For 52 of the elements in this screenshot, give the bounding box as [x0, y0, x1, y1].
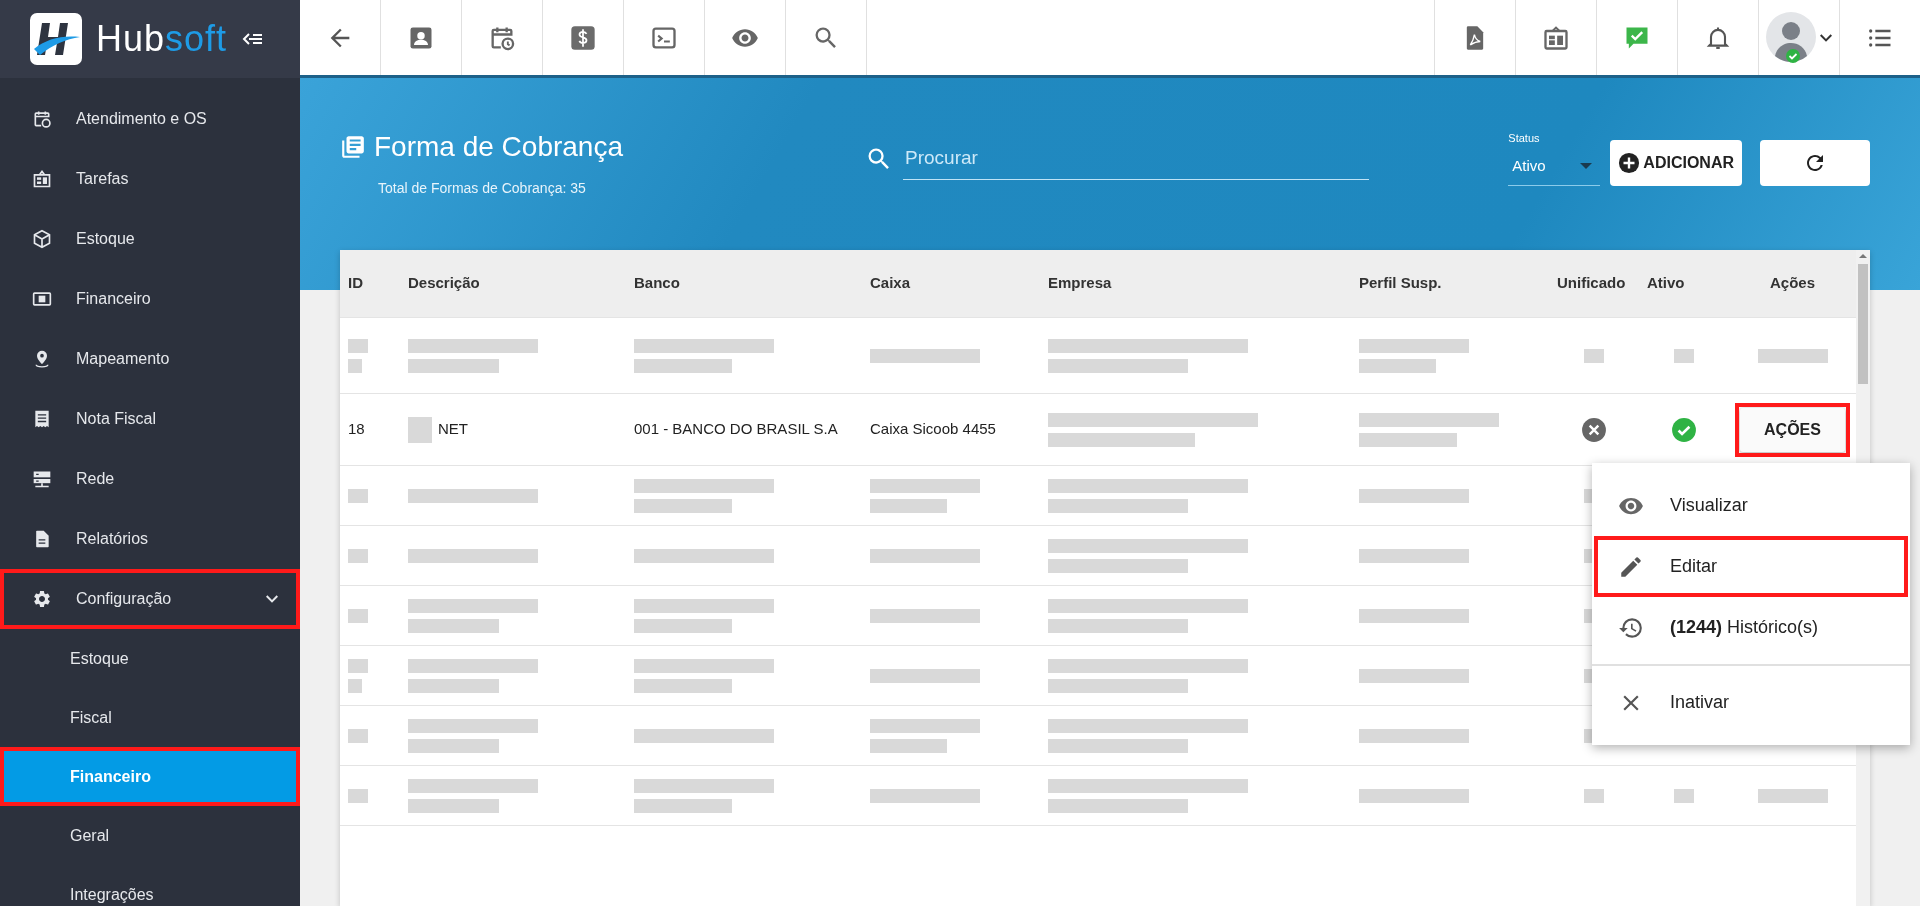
sidebar-item[interactable]: Atendimento e OS [0, 89, 300, 149]
column-header: ID [347, 273, 364, 294]
plus-icon [1618, 152, 1641, 174]
actions-button[interactable]: AÇÕES [1740, 407, 1845, 452]
blurred-content [1584, 348, 1604, 363]
sidebar-item[interactable]: Configuração [0, 569, 300, 629]
column-header: Ações [1769, 273, 1816, 294]
blurred-content [1674, 348, 1694, 363]
avatar-icon [1766, 11, 1818, 64]
sidebar-subitem[interactable]: Geral [0, 806, 300, 865]
caret-icon [1820, 33, 1832, 42]
search-field[interactable]: Procurar [903, 138, 1369, 180]
scrollbar-thumb[interactable] [1858, 264, 1868, 384]
sidebar-subitem[interactable]: Estoque [0, 629, 300, 688]
record-count: Total de Formas de Cobrança: 35 [377, 178, 587, 198]
column-header: Empresa [1047, 273, 1113, 294]
blurred-content [1674, 788, 1694, 803]
status-select[interactable]: Ativo [1508, 146, 1601, 186]
dropdown-icon [1580, 162, 1593, 169]
table-cell-text: NET [438, 419, 468, 440]
sidebar-subitem[interactable]: Fiscal [0, 688, 300, 747]
sidebar-item[interactable]: Tarefas [0, 149, 300, 209]
sidebar-item[interactable]: Estoque [0, 209, 300, 269]
add-button[interactable]: ADICIONAR [1610, 140, 1742, 186]
blurred-content [1757, 788, 1828, 803]
page-list-icon [340, 133, 366, 160]
sidebar-item[interactable]: Nota Fiscal [0, 389, 300, 449]
dollar-icon [569, 23, 597, 52]
column-header: Unificado [1556, 273, 1627, 294]
sidebar-item[interactable]: Financeiro [0, 269, 300, 329]
table-cell-text: Caixa Sicoob 4455 [869, 419, 997, 440]
sidebar-item[interactable]: Mapeamento [0, 329, 300, 389]
scroll-up-icon[interactable] [1859, 254, 1867, 258]
table-cell-text: 18 [347, 419, 366, 440]
sidebar-item[interactable]: Rede [0, 449, 300, 509]
blurred-content [1757, 348, 1828, 363]
column-header: Banco [633, 273, 681, 294]
logo-icon [30, 13, 82, 65]
page-title: Forma de Cobrança [374, 130, 623, 164]
blurred-content [1584, 788, 1604, 803]
sidebar-item[interactable]: Relatórios [0, 509, 300, 569]
refresh-button[interactable] [1760, 140, 1870, 186]
brand-name: Hubsoft [96, 21, 228, 57]
column-header: Perfil Susp. [1358, 273, 1443, 294]
sidebar-subitem[interactable]: Integrações [0, 865, 300, 906]
table-cell-text: 001 - BANCO DO BRASIL S.A [633, 419, 839, 440]
column-header: Descrição [407, 273, 481, 294]
column-header: Ativo [1646, 273, 1686, 294]
status-label: Status [1508, 131, 1541, 146]
column-header: Caixa [869, 273, 912, 294]
collapse-icon[interactable] [241, 31, 264, 47]
menu-item[interactable]: Editar [1594, 536, 1908, 597]
